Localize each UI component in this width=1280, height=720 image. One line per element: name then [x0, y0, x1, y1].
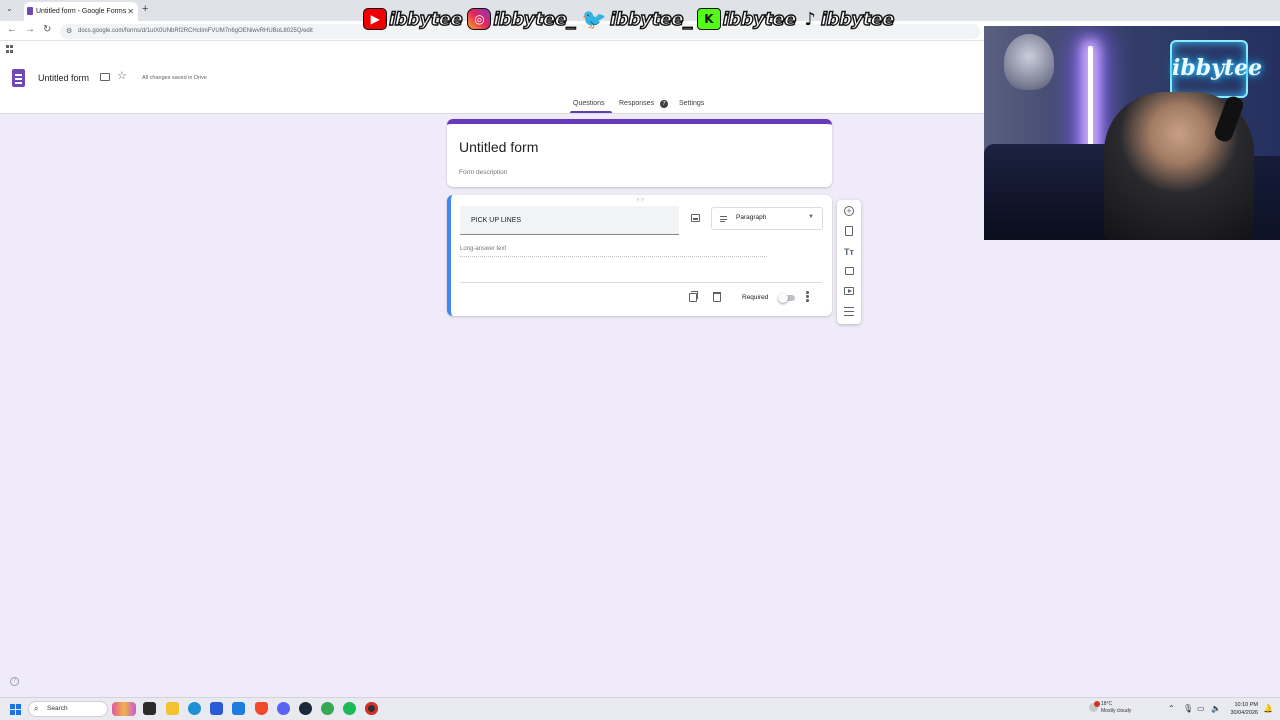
- tab-questions[interactable]: Questions: [573, 100, 605, 107]
- store-icon[interactable]: [210, 702, 223, 715]
- tiktok-icon: ♪: [804, 8, 816, 30]
- discord-icon[interactable]: [277, 702, 290, 715]
- question-title-input[interactable]: PICK UP LINES: [460, 206, 679, 235]
- add-question-icon[interactable]: +: [844, 206, 854, 216]
- question-toolbar: + Tт: [837, 200, 861, 324]
- twitter-icon: 🐦: [581, 7, 607, 31]
- kick-handle: ibbytee: [722, 8, 797, 30]
- search-icon: ⌕: [34, 704, 39, 713]
- volume-icon[interactable]: 🔈: [1211, 704, 1221, 713]
- network-icon[interactable]: ▭: [1197, 704, 1205, 713]
- divider: [460, 282, 822, 283]
- weather-alert-icon: [1094, 701, 1100, 707]
- active-tab-indicator: [570, 111, 612, 113]
- question-card[interactable]: ⠿⠿ PICK UP LINES Paragraph ▼ Long-answer…: [447, 195, 832, 316]
- import-questions-icon[interactable]: [845, 226, 853, 236]
- help-icon[interactable]: ?: [10, 677, 19, 686]
- windows-taskbar: ⌕ Search 18°C Mostly cloudy ⌃ 🎙 ▭ 🔈 10:1…: [0, 697, 1280, 720]
- drag-handle-icon[interactable]: ⠿⠿: [636, 198, 645, 204]
- add-video-icon[interactable]: [844, 287, 854, 295]
- forms-header: Untitled form ☆ All changes saved in Dri…: [0, 57, 984, 114]
- tab-responses[interactable]: Responses: [619, 100, 654, 107]
- answer-placeholder: Long-answer text: [460, 246, 767, 257]
- clock-date: 30/04/2026: [1230, 710, 1258, 716]
- task-view-icon[interactable]: [143, 702, 156, 715]
- show-hidden-icons-icon[interactable]: ⌃: [1168, 704, 1175, 713]
- form-title-field[interactable]: Untitled form: [459, 139, 538, 155]
- twitter-handle: ibbytee_: [609, 8, 693, 30]
- brave-icon[interactable]: [255, 702, 268, 715]
- instagram-handle: ibbytee_: [493, 8, 577, 30]
- mail-icon[interactable]: [232, 702, 245, 715]
- add-image-icon[interactable]: [691, 214, 700, 222]
- responses-count-badge: 7: [660, 100, 668, 108]
- question-type-label: Paragraph: [736, 214, 767, 221]
- clock-time: 10:10 PM: [1234, 702, 1258, 708]
- document-title[interactable]: Untitled form: [38, 73, 89, 83]
- tab-title: Untitled form - Google Forms: [36, 8, 127, 15]
- social-overlay: ▶ ibbytee ◎ ibbytee_ 🐦 ibbytee_ K ibbyte…: [360, 6, 895, 32]
- couch: [984, 144, 1124, 240]
- clock[interactable]: 10:10 PM 30/04/2026: [1226, 701, 1258, 717]
- youtube-icon: ▶: [363, 8, 387, 30]
- weather-temp: 18°C: [1101, 701, 1113, 707]
- spotify-icon[interactable]: [343, 702, 356, 715]
- steam-icon[interactable]: [299, 702, 312, 715]
- delete-icon[interactable]: [713, 292, 721, 302]
- form-description-field[interactable]: Form description: [459, 169, 507, 176]
- duplicate-icon[interactable]: [689, 291, 698, 302]
- google-forms-favicon-icon: [27, 7, 33, 15]
- new-tab-icon[interactable]: +: [142, 3, 148, 15]
- required-label: Required: [742, 294, 769, 301]
- taskbar-search[interactable]: ⌕ Search: [28, 701, 108, 717]
- back-icon[interactable]: ←: [7, 24, 17, 35]
- add-title-icon[interactable]: Tт: [843, 246, 855, 258]
- webcam-feed: ibbytee: [984, 26, 1280, 240]
- taskbar-search-label: Search: [47, 705, 68, 712]
- form-title-card[interactable]: Untitled form Form description: [447, 119, 832, 187]
- chevron-down-icon: ▼: [808, 214, 814, 220]
- tab-search-icon[interactable]: ⌄: [6, 4, 13, 13]
- kick-icon: K: [696, 8, 721, 30]
- weather-widget[interactable]: 18°C Mostly cloudy: [1089, 701, 1131, 715]
- forward-icon[interactable]: →: [25, 24, 35, 35]
- neon-sign: ibbytee: [1170, 40, 1262, 98]
- microphone-icon[interactable]: 🎙: [1183, 704, 1193, 713]
- reload-icon[interactable]: ↻: [43, 24, 51, 35]
- bulldog-logo-icon: [1004, 34, 1054, 90]
- required-toggle[interactable]: [778, 293, 795, 303]
- instagram-icon: ◎: [467, 8, 492, 30]
- obs-icon[interactable]: [365, 702, 378, 715]
- youtube-handle: ibbytee: [388, 8, 463, 30]
- close-tab-icon[interactable]: ✕: [127, 2, 134, 21]
- chrome-icon[interactable]: [321, 702, 334, 715]
- star-icon[interactable]: ☆: [117, 69, 127, 82]
- windows-start-icon[interactable]: [10, 704, 21, 715]
- google-forms-logo-icon[interactable]: [12, 69, 25, 87]
- more-options-icon[interactable]: [806, 291, 809, 303]
- widgets-icon[interactable]: [112, 702, 136, 716]
- move-to-folder-icon[interactable]: [100, 73, 110, 81]
- apps-grid-icon[interactable]: [6, 45, 14, 53]
- add-image-icon[interactable]: [845, 267, 854, 275]
- browser-tab[interactable]: Untitled form - Google Forms ✕: [24, 2, 138, 21]
- file-explorer-icon[interactable]: [166, 702, 179, 715]
- site-info-icon[interactable]: ⚙: [66, 24, 72, 39]
- edge-icon[interactable]: [188, 702, 201, 715]
- question-type-select[interactable]: Paragraph ▼: [711, 207, 823, 230]
- address-url: docs.google.com/forms/d/1uIX0UNbRf2RCHcI…: [78, 28, 313, 34]
- save-status: All changes saved in Drive: [142, 75, 207, 81]
- notifications-icon[interactable]: 🔔: [1263, 704, 1273, 713]
- weather-desc: Mostly cloudy: [1101, 708, 1132, 714]
- paragraph-icon: [720, 216, 727, 224]
- tab-settings[interactable]: Settings: [679, 100, 704, 107]
- add-section-icon[interactable]: [844, 307, 854, 316]
- tiktok-handle: ibbytee: [820, 8, 895, 30]
